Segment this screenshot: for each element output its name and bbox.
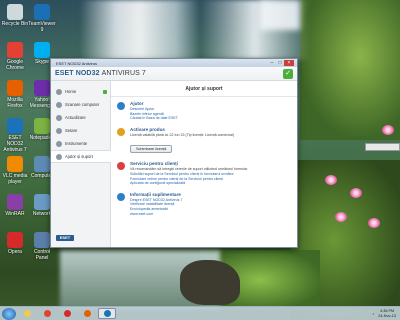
sidebar-item-label: Setare [65, 128, 78, 133]
opera-icon [63, 310, 71, 317]
check-icon: ✓ [283, 68, 293, 79]
section-title: Informații suplimentare [130, 191, 181, 197]
taskbar-app-firefox[interactable] [78, 308, 96, 319]
setup-icon [56, 127, 62, 134]
desktop-icon[interactable]: Mozilla Firefox [1, 80, 29, 109]
help-section: Serviciu pentru clienți Vă recomandăm să … [111, 157, 297, 187]
maximize-button[interactable]: □ [276, 60, 284, 66]
chrome-icon [43, 310, 51, 317]
app-icon [34, 156, 50, 172]
app-icon [7, 4, 23, 20]
help-icon [56, 153, 62, 160]
section-title: Serviciu pentru clienți [130, 161, 178, 167]
volume-icon[interactable]: ♪ [372, 312, 374, 316]
help-section: Ajutor Descrieri Ajutor Bazele infelor age… [111, 97, 297, 123]
sidebar-item[interactable]: Home [51, 85, 110, 98]
sidebar-item[interactable]: Ajutor și suport [51, 150, 111, 163]
app-icon [34, 80, 50, 96]
sidebar-item[interactable]: Scanare computer [51, 98, 110, 111]
lifebuoy-icon [117, 162, 125, 171]
clock-date: 24-Nov-13 [378, 313, 396, 318]
eset-logo: ESET [56, 235, 74, 241]
desktop-widget [365, 143, 400, 151]
app-icon [34, 194, 50, 210]
update-icon [56, 114, 62, 121]
help-section: Informații suplimentare Despre ESET NOD32… [111, 188, 297, 218]
section-link[interactable]: Aplicația de configurat specializată [130, 181, 291, 186]
section-link[interactable]: www.eset.com [130, 212, 291, 217]
desktop-icon-label: WinRAR [5, 211, 25, 217]
desktop-icon[interactable]: TeamViewer 9 [28, 4, 56, 33]
window-titlebar[interactable]: ESET NOD32 Antivirus – □ × [51, 59, 297, 67]
desktop-icon[interactable]: VLC media player [1, 156, 29, 185]
taskbar-app-eset[interactable] [98, 308, 116, 319]
sidebar-item-label: Scanare computer [65, 102, 100, 107]
eset-icon [103, 310, 111, 317]
sidebar-item[interactable]: Actualizare [51, 111, 110, 124]
change-license-button[interactable]: Schimbare licență [130, 145, 173, 154]
app-icon [34, 42, 50, 58]
question-icon [117, 102, 125, 110]
close-button[interactable]: × [284, 60, 294, 66]
sidebar-item[interactable]: Instrumente [51, 137, 110, 150]
app-header: ESET NOD32 ANTIVIRUS 7 ✓ [51, 67, 297, 81]
desktop-icon[interactable]: Google Chrome [1, 42, 29, 71]
window-title: ESET NOD32 Antivirus [56, 60, 98, 66]
app-icon [7, 156, 23, 172]
app-icon [7, 42, 23, 58]
clock[interactable]: 4:38 PM 24-Nov-13 [378, 309, 396, 318]
app-icon [34, 4, 50, 20]
help-section: Activare produs Licență valabilă până la:… [111, 123, 297, 158]
sidebar: Home Scanare computer Actualizare Setare Ins… [51, 81, 111, 247]
section-text: Licență valabilă până la: 22 Iun 15 (Tip… [130, 132, 235, 137]
app-icon [7, 118, 23, 134]
page-title: Ajutor și suport [111, 81, 297, 97]
desktop-icon[interactable]: ESET NOD32 Antivirus 7 [1, 118, 29, 153]
desktop-icon-label: Control Panel [33, 249, 51, 261]
info-icon [117, 192, 125, 201]
desktop-icon[interactable]: Recycle Bin [1, 4, 29, 27]
section-link[interactable]: Căutați în Baza de date ESET [130, 116, 291, 121]
clock-time: 4:38 PM [380, 308, 395, 313]
app-icon [7, 232, 23, 248]
tools-icon [56, 140, 62, 147]
desktop-icon-label: TeamViewer 9 [28, 21, 56, 33]
taskbar-app-opera[interactable] [58, 308, 76, 319]
start-button[interactable] [2, 307, 16, 320]
explorer-icon [23, 310, 31, 317]
sidebar-item[interactable]: Setare [51, 124, 110, 137]
taskbar-app-chrome[interactable] [38, 308, 56, 319]
sidebar-item-label: Ajutor și suport [65, 154, 93, 159]
key-icon [117, 127, 125, 136]
app-icon [34, 118, 50, 134]
minimize-button[interactable]: – [268, 60, 276, 66]
sidebar-item-label: Actualizare [65, 115, 86, 120]
desktop-icon[interactable]: Opera [1, 232, 29, 255]
desktop-icon-label: Mozilla Firefox [7, 97, 23, 109]
status-badge [103, 89, 107, 94]
app-icon [7, 80, 23, 96]
home-icon [56, 88, 62, 95]
desktop-icon-label: Recycle Bin [1, 21, 29, 27]
firefox-icon [83, 310, 91, 317]
desktop-icon-label: Google Chrome [6, 59, 24, 71]
section-title: Activare produs [130, 126, 165, 132]
main-panel: Ajutor și suport Ajutor Descrieri Ajutor B… [111, 81, 297, 247]
app-icon [34, 232, 50, 248]
system-tray: ♪ 4:38 PM 24-Nov-13 [372, 309, 400, 318]
taskbar-app-explorer[interactable] [18, 308, 36, 319]
desktop-icon-label: ESET NOD32 Antivirus 7 [3, 135, 27, 153]
taskbar: ♪ 4:38 PM 24-Nov-13 [0, 306, 400, 320]
app-brand: ESET NOD32 ANTIVIRUS 7 [55, 70, 146, 77]
app-icon [7, 194, 23, 210]
eset-window: ESET NOD32 Antivirus – □ × ESET NOD32 AN… [50, 58, 298, 248]
desktop-icon-label: VLC media player [2, 173, 28, 185]
sidebar-item-label: Instrumente [65, 141, 88, 146]
desktop-icon[interactable]: WinRAR [1, 194, 29, 217]
scan-icon [56, 101, 62, 108]
sidebar-item-label: Home [65, 89, 77, 94]
section-title: Ajutor [130, 101, 144, 106]
desktop-icon-label: Opera [8, 249, 22, 255]
